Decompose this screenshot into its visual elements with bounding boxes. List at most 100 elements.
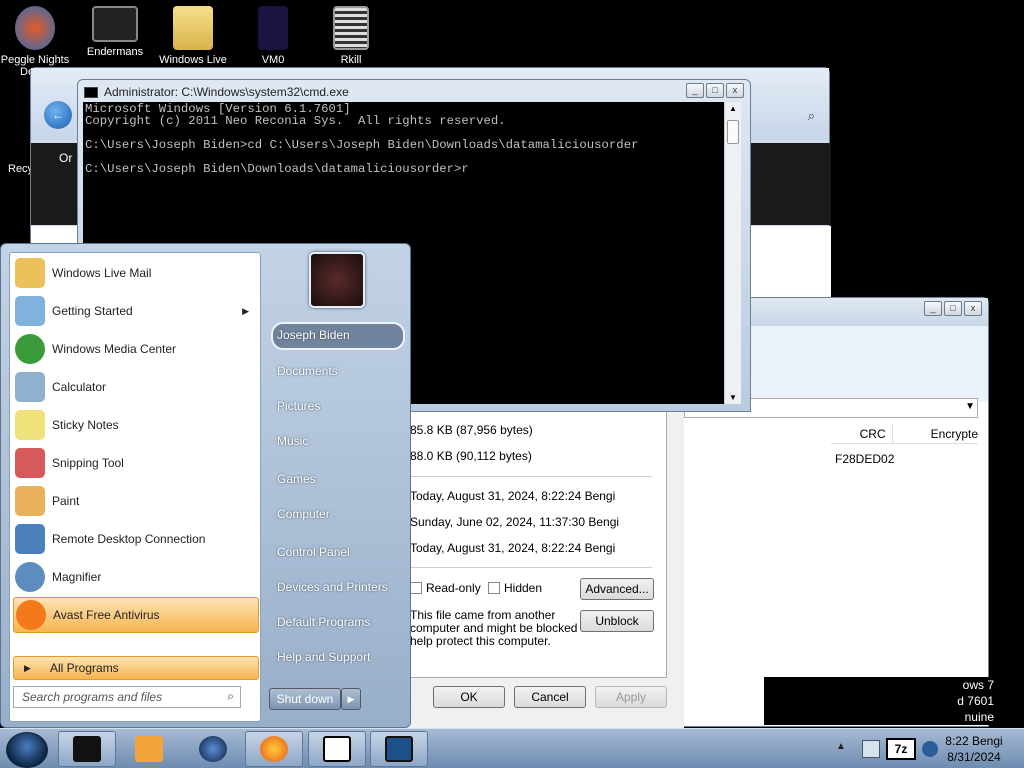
desktop-icon-label: VM0 [261,54,285,66]
search-icon[interactable]: ⌕ [808,108,815,124]
hidden-label: Hidden [504,581,543,595]
program-paint[interactable]: Paint [13,483,259,519]
start-orb-icon[interactable] [6,732,48,768]
start-link-default-programs[interactable]: Default Programs [277,615,370,629]
taskbar-app-firefox[interactable] [245,731,303,767]
readonly-checkbox[interactable]: Read-only [410,581,481,595]
desktop-icon-rkill[interactable]: Rkill [316,6,386,66]
checkbox-box[interactable] [410,582,422,594]
sticky-notes-icon [15,410,45,440]
desktop-icon-label: Windows Live [159,54,227,66]
search-placeholder: Search programs and files [22,690,163,704]
maximize-button[interactable]: □ [944,301,962,316]
program-label: Paint [52,494,80,508]
size-value: 85.8 KB (87,956 bytes) [410,423,533,437]
desktop-icon-endermans[interactable]: Endermans [80,6,150,58]
chevron-down-icon[interactable]: ▼ [965,401,975,412]
start-right-column: Joseph Biden Documents Pictures Music Ga… [263,244,411,729]
start-link-music[interactable]: Music [277,434,308,448]
program-getting-started[interactable]: Getting Started ▶ [13,293,259,329]
firefox-icon [260,736,288,762]
folder-icon [173,6,213,50]
program-windows-media-center[interactable]: Windows Media Center [13,331,259,367]
file-properties-dialog[interactable]: 85.8 KB (87,956 bytes) 88.0 KB (90,112 b… [397,410,684,728]
desktop-icon-vm0[interactable]: VM0 [238,6,308,66]
7zip-tray-icon[interactable]: 7z [886,738,916,760]
user-avatar[interactable] [309,252,365,308]
column-crc[interactable]: CRC [831,424,893,443]
start-link-documents[interactable]: Documents [277,364,338,378]
program-windows-live-mail[interactable]: Windows Live Mail [13,255,259,291]
start-search-input[interactable]: Search programs and files ⌕ [13,686,241,708]
scroll-thumb[interactable] [727,120,739,144]
desktop-watermark: ows 7 d 7601 nuine [764,677,994,725]
start-link-user[interactable]: Joseph Biden [277,328,350,342]
ok-button[interactable]: OK [433,686,505,708]
program-label: Sticky Notes [52,418,119,432]
hidden-checkbox[interactable]: Hidden [488,581,542,595]
console-line: Copyright (c) 2011 Neo Reconia Sys. All … [85,114,506,128]
all-programs-button[interactable]: ▶ All Programs [13,656,259,680]
watermark-line: ows 7 [962,678,994,692]
mail-icon [15,258,45,288]
file-list-header: CRC Encrypte [831,424,978,444]
cmd-titlebar[interactable]: Administrator: C:\Windows\system32\cmd.e… [78,80,750,104]
clock[interactable]: 8:22 Bengi 8/31/2024 [934,733,1014,765]
column-encrypted[interactable]: Encrypte [893,424,978,443]
scroll-down-icon[interactable]: ▼ [729,393,737,402]
maximize-button[interactable]: □ [706,83,724,98]
checkbox-box[interactable] [488,582,500,594]
scroll-up-icon[interactable]: ▲ [729,104,737,113]
program-calculator[interactable]: Calculator [13,369,259,405]
start-link-help-support[interactable]: Help and Support [277,650,370,664]
media-player-icon [135,736,163,762]
unblock-button[interactable]: Unblock [580,610,654,632]
cmd-app-icon [385,736,413,762]
show-hidden-icons[interactable]: ▲ [836,741,846,752]
start-link-games[interactable]: Games [277,472,316,486]
desktop-icon-windows-live[interactable]: Windows Live [158,6,228,66]
taskbar-app-globe[interactable] [184,731,242,767]
scissors-icon [15,448,45,478]
program-magnifier[interactable]: Magnifier [13,559,259,595]
watermark-line: d 7601 [957,694,994,708]
submenu-arrow-icon[interactable]: ▶ [242,306,249,317]
vertical-scrollbar[interactable]: ▲ ▼ [724,102,741,404]
console-line: C:\Users\Joseph Biden\Downloads\datamali… [85,162,469,176]
taskbar-app-cmd[interactable] [370,731,428,767]
readonly-label: Read-only [426,581,481,595]
endermans-icon [92,6,138,42]
taskbar-app-7zip[interactable] [308,731,366,767]
start-link-control-panel[interactable]: Control Panel [277,545,350,559]
crc-value: F28DED02 [835,452,895,466]
start-link-pictures[interactable]: Pictures [277,399,320,413]
clock-date: 8/31/2024 [947,750,1001,764]
program-snipping-tool[interactable]: Snipping Tool [13,445,259,481]
back-arrow-icon[interactable]: ← [44,101,72,129]
avast-icon [16,600,46,630]
program-remote-desktop[interactable]: Remote Desktop Connection [13,521,259,557]
advanced-button[interactable]: Advanced... [580,578,654,600]
vm-icon [258,6,288,50]
start-menu[interactable]: Windows Live Mail Getting Started ▶ Windo… [0,243,411,728]
program-sticky-notes[interactable]: Sticky Notes [13,407,259,443]
shutdown-button[interactable]: Shut down [269,688,341,710]
close-button[interactable]: x [964,301,982,316]
network-icon[interactable] [862,740,880,758]
search-icon[interactable]: ⌕ [227,689,234,704]
taskbar-app-explorer[interactable] [58,731,116,767]
start-link-computer[interactable]: Computer [277,507,330,521]
program-avast[interactable]: Avast Free Antivirus [13,597,259,633]
close-button[interactable]: x [726,83,744,98]
minimize-button[interactable]: _ [924,301,942,316]
cmd-title: Administrator: C:\Windows\system32\cmd.e… [104,85,349,99]
minimize-button[interactable]: _ [686,83,704,98]
cancel-button[interactable]: Cancel [514,686,586,708]
magnifier-icon [15,562,45,592]
size-on-disk-value: 88.0 KB (90,112 bytes) [410,449,532,463]
apply-button[interactable]: Apply [595,686,667,708]
shutdown-options-icon[interactable]: ▶ [341,688,361,710]
taskbar: ▲ 7z 8:22 Bengi 8/31/2024 [0,728,1024,768]
taskbar-app-media-player[interactable] [120,731,178,767]
start-link-devices-printers[interactable]: Devices and Printers [277,580,388,594]
